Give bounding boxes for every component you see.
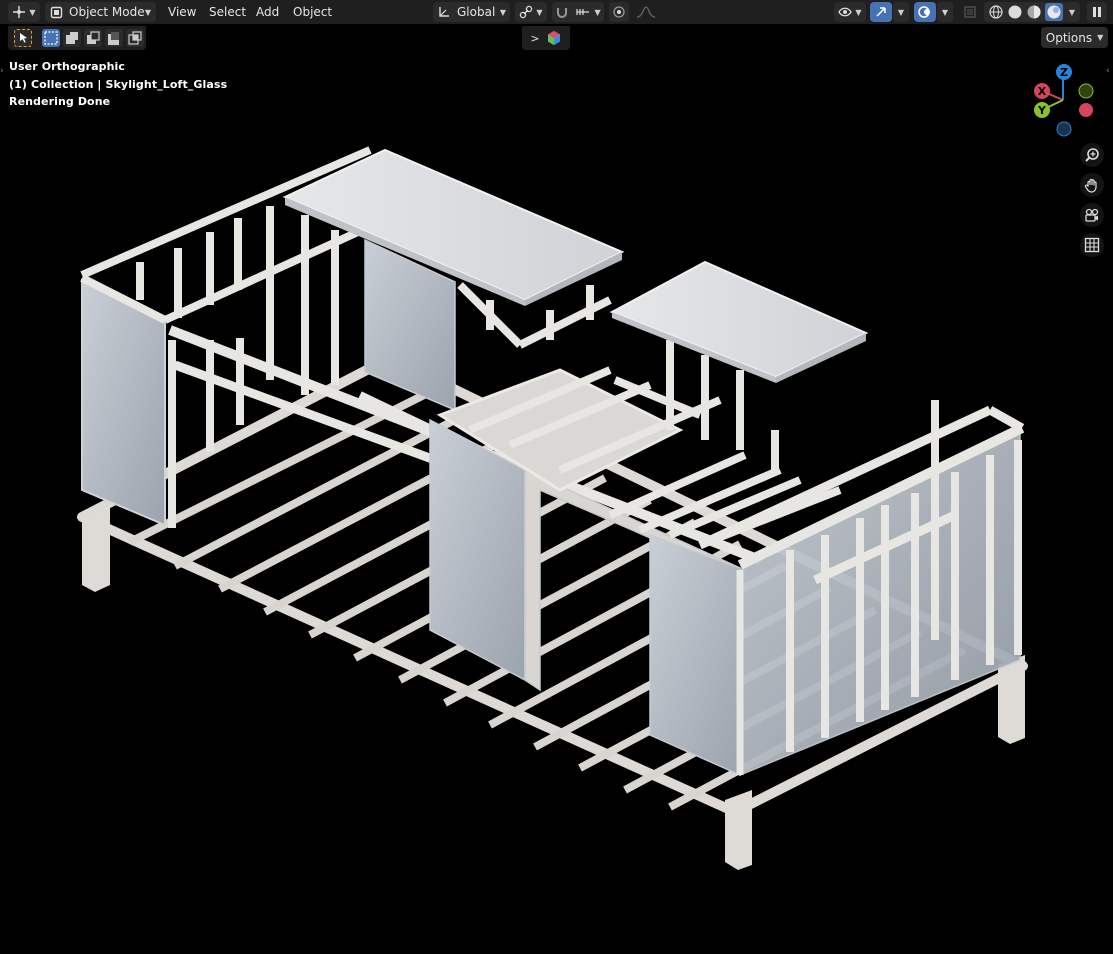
- proportional-editing-button[interactable]: [609, 2, 629, 22]
- select-intersect-icon: [128, 31, 142, 45]
- falloff-button[interactable]: [631, 2, 661, 22]
- visibility-dropdown[interactable]: ▼: [834, 2, 866, 22]
- shading-mode-group: [984, 2, 1066, 22]
- right-wall: [698, 400, 1025, 777]
- overlays-icon: [918, 6, 930, 18]
- select-box-new-icon: [44, 31, 58, 45]
- xray-icon: [964, 6, 976, 18]
- menu-add[interactable]: Add: [256, 2, 279, 22]
- options-label: Options: [1045, 30, 1093, 45]
- pause-render-button[interactable]: [1087, 2, 1107, 22]
- chevron-down-icon: ▼: [144, 7, 151, 17]
- overlays-toggle-button[interactable]: [914, 2, 936, 22]
- chevron-down-icon: ▼: [897, 7, 905, 17]
- pause-icon: [1093, 7, 1101, 17]
- chevron-down-icon: ▼: [536, 7, 543, 17]
- chevron-down-icon: ▼: [941, 7, 949, 17]
- options-dropdown[interactable]: Options ▼: [1041, 27, 1108, 48]
- solid-shading-icon[interactable]: [1007, 4, 1023, 20]
- asset-shelf-toggle[interactable]: >: [522, 26, 570, 50]
- chevron-down-icon: ▼: [1068, 7, 1076, 17]
- tool-settings-bar: [8, 26, 146, 50]
- select-extend-icon: [66, 32, 78, 44]
- proportional-circle-icon: [613, 6, 625, 18]
- select-invert-icon: [108, 32, 119, 45]
- falloff-curve-icon: [636, 6, 656, 18]
- transform-orientation-dropdown[interactable]: Global ▼: [433, 2, 510, 22]
- wireframe-shading-icon[interactable]: [988, 4, 1004, 20]
- chevron-down-icon: ▼: [855, 7, 862, 17]
- eye-icon: [838, 7, 853, 17]
- mode-label: Object Mode: [69, 5, 145, 19]
- select-subtract-button[interactable]: [84, 29, 102, 47]
- chevron-right-icon: >: [530, 31, 540, 45]
- chevron-down-icon: ▼: [1097, 33, 1104, 42]
- chevron-down-icon: ▼: [29, 7, 36, 17]
- snap-increment-icon[interactable]: [576, 5, 592, 19]
- chevron-down-icon: ▼: [499, 7, 506, 17]
- snap-group: ▼: [552, 2, 604, 22]
- select-invert-button[interactable]: [105, 29, 123, 47]
- gizmo-toggle-button[interactable]: [870, 2, 892, 22]
- rendered-model: [77, 146, 1028, 870]
- select-intersect-button[interactable]: [126, 29, 144, 47]
- viewport-header: ▼ Object Mode ▼ View Select Add Object G…: [0, 0, 1113, 24]
- gizmo-dropdown[interactable]: ▼: [893, 2, 909, 22]
- gizmo-icon: [876, 7, 886, 17]
- orientation-icon: [439, 7, 449, 17]
- select-new-button[interactable]: [42, 29, 60, 47]
- select-tool-button[interactable]: [14, 29, 32, 47]
- menu-view[interactable]: View: [168, 2, 196, 22]
- overlays-dropdown[interactable]: ▼: [937, 2, 953, 22]
- chevron-down-icon: ▼: [594, 7, 601, 17]
- menu-object[interactable]: Object: [293, 2, 332, 22]
- pivot-point-button[interactable]: ▼: [515, 2, 547, 22]
- link-icon: [520, 5, 533, 19]
- material-preview-shading-icon[interactable]: [1026, 4, 1042, 20]
- xray-toggle-button[interactable]: [960, 2, 980, 22]
- magnet-snap-icon[interactable]: [555, 5, 569, 19]
- cursor-arrow-icon: [20, 33, 27, 43]
- object-mode-icon: [50, 6, 63, 18]
- mode-dropdown[interactable]: Object Mode ▼: [45, 2, 156, 22]
- select-subtract-icon: [87, 31, 100, 44]
- menu-select[interactable]: Select: [209, 2, 246, 22]
- transform-orientation-label: Global: [457, 5, 496, 19]
- select-extend-button[interactable]: [63, 29, 81, 47]
- asset-cube-icon: [547, 31, 560, 45]
- rendered-shading-icon[interactable]: [1044, 3, 1063, 21]
- shading-dropdown[interactable]: ▼: [1064, 2, 1080, 22]
- viewport-editor-icon: [13, 6, 26, 18]
- editor-type-button[interactable]: ▼: [8, 2, 40, 22]
